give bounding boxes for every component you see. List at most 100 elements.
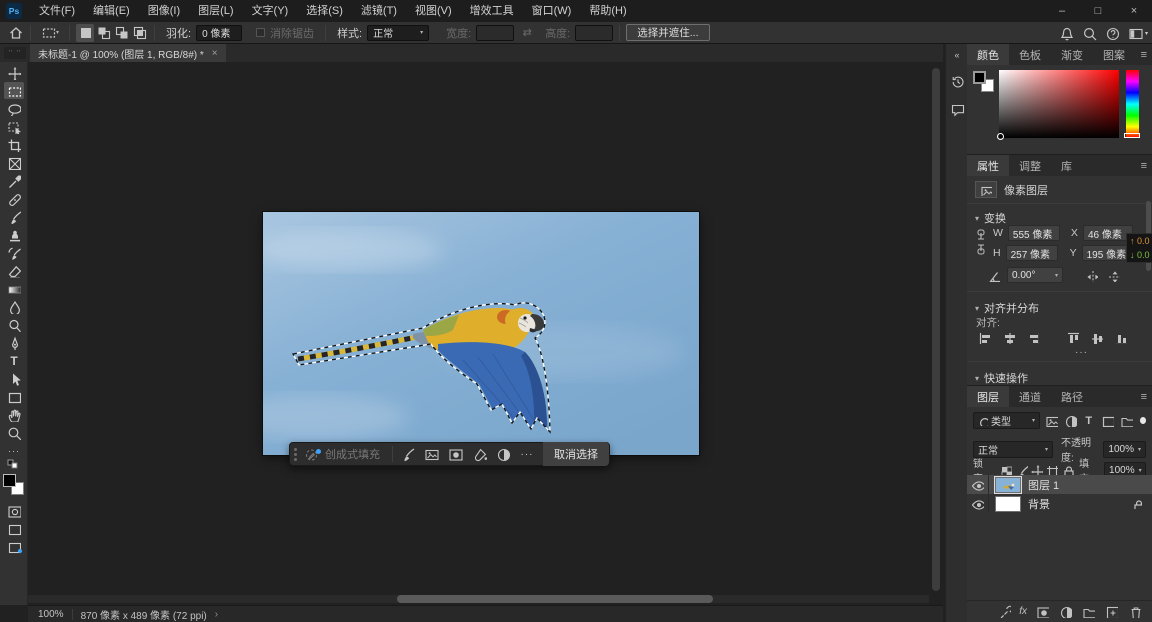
link-layers-icon[interactable] [996,604,1012,620]
tool-more-icon[interactable]: ··· [4,442,24,459]
tab-swatches[interactable]: 色板 [1009,44,1051,65]
tool-blur[interactable] [4,298,24,315]
workspace-switcher-icon[interactable]: ▾ [1128,26,1148,41]
menu-window[interactable]: 窗口(W) [523,0,581,22]
color-cursor[interactable] [997,133,1004,140]
hue-slider[interactable] [1124,133,1140,138]
tool-eyedropper[interactable] [4,172,24,189]
height-input[interactable] [575,25,613,41]
menu-edit[interactable]: 编辑(E) [84,0,139,22]
visibility-eye-icon[interactable] [967,475,989,494]
menu-select[interactable]: 选择(S) [297,0,352,22]
panel-menu-icon[interactable]: ≡ [1141,44,1147,65]
tool-dodge[interactable] [4,316,24,333]
maximize-button[interactable]: □ [1080,0,1116,22]
filter-smart-object-icon[interactable] [1119,413,1134,429]
status-chevron-icon[interactable]: › [215,609,218,620]
zoom-level[interactable]: 100% [38,609,64,620]
tab-close-icon[interactable]: × [212,48,218,59]
panel-grabber-icon[interactable]: '' '' [4,47,26,59]
filter-type-text-icon[interactable]: T [1081,413,1096,429]
tool-rectangular-marquee[interactable] [4,82,24,99]
close-button[interactable]: × [1116,0,1152,22]
menu-plugins[interactable]: 增效工具 [461,0,523,22]
taskbar-grip-handle[interactable] [290,443,300,465]
tool-frame[interactable] [4,154,24,171]
new-selection-icon[interactable] [76,24,94,42]
layer-name[interactable]: 背景 [1028,496,1050,512]
tab-libraries[interactable]: 库 [1051,155,1082,176]
align-top-icon[interactable] [1064,329,1080,345]
menu-view[interactable]: 视图(V) [406,0,461,22]
foreground-background-colors[interactable] [3,474,25,498]
mask-icon[interactable] [443,442,467,466]
tool-zoom[interactable] [4,424,24,441]
tool-move[interactable] [4,64,24,81]
foreground-swatch[interactable] [973,71,986,84]
brush-icon[interactable] [395,442,419,466]
invert-icon[interactable] [491,442,515,466]
add-mask-icon[interactable] [1034,604,1050,620]
swap-colors-icon[interactable] [4,460,24,472]
search-icon[interactable] [1082,26,1097,41]
tool-lasso[interactable] [4,100,24,117]
rotation-input[interactable]: 0.00°▾ [1007,267,1063,283]
tab-color[interactable]: 颜色 [967,44,1009,65]
collapse-panels-icon[interactable]: « [946,44,968,66]
home-icon[interactable] [6,24,24,42]
filter-image-icon[interactable] [1044,413,1059,429]
tool-brush[interactable] [4,208,24,225]
align-more-icon[interactable]: ··· [1075,347,1088,358]
add-to-selection-icon[interactable] [94,24,112,42]
visibility-eye-icon[interactable] [967,494,989,513]
comments-panel-icon[interactable] [946,98,968,120]
deselect-button[interactable]: 取消选择 [543,442,609,466]
document-image[interactable] [263,212,699,455]
width-input[interactable] [476,25,514,41]
menu-help[interactable]: 帮助(H) [580,0,635,22]
filter-shape-icon[interactable] [1100,413,1115,429]
menu-filter[interactable]: 滤镜(T) [352,0,406,22]
help-icon[interactable] [1105,26,1120,41]
menu-layer[interactable]: 图层(L) [189,0,242,22]
filter-adjustment-icon[interactable] [1063,413,1078,429]
align-right-icon[interactable] [1024,329,1040,345]
tool-hand[interactable] [4,406,24,423]
refine-edge-icon[interactable] [419,442,443,466]
new-group-icon[interactable] [1080,604,1096,620]
tool-crop[interactable] [4,136,24,153]
menu-image[interactable]: 图像(I) [139,0,189,22]
tool-extra-badge[interactable] [4,538,24,555]
bell-icon[interactable] [1059,26,1074,41]
vertical-scrollbar[interactable] [932,68,940,591]
new-layer-icon[interactable] [1103,604,1119,620]
adjustment-layer-icon[interactable] [1057,604,1073,620]
layer-thumbnail[interactable] [995,496,1021,512]
tool-spot-healing[interactable] [4,190,24,207]
align-center-h-icon[interactable] [1000,329,1016,345]
width-value-input[interactable]: 555 像素 [1008,225,1060,241]
tool-pen[interactable] [4,334,24,351]
tab-adjustments[interactable]: 调整 [1009,155,1051,176]
color-swatches[interactable] [973,71,997,95]
swap-dimensions-icon[interactable]: ⇄ [518,24,536,42]
align-bottom-icon[interactable] [1112,329,1128,345]
tab-gradients[interactable]: 渐变 [1051,44,1093,65]
tab-properties[interactable]: 属性 [967,155,1009,176]
antialias-checkbox[interactable] [256,28,265,37]
screen-mode-icon[interactable] [4,520,24,537]
tab-patterns[interactable]: 图案 [1093,44,1135,65]
history-panel-icon[interactable] [946,70,968,92]
layer-styles-fx-icon[interactable]: fx [1019,606,1027,617]
select-and-mask-button[interactable]: 选择并遮住... [626,24,709,41]
tab-layers[interactable]: 图层 [967,386,1009,407]
document-tab[interactable]: 未标题-1 @ 100% (图层 1, RGB/8#) * × [30,44,226,62]
tool-eraser[interactable] [4,262,24,279]
tab-channels[interactable]: 通道 [1009,386,1051,407]
quick-mask-icon[interactable] [4,502,24,519]
height-value-input[interactable]: 257 像素 [1006,245,1058,261]
align-middle-v-icon[interactable] [1088,329,1104,345]
subtract-selection-icon[interactable] [112,24,130,42]
tool-preset-marquee-icon[interactable]: ▾ [37,24,63,42]
layer-name[interactable]: 图层 1 [1028,477,1059,493]
